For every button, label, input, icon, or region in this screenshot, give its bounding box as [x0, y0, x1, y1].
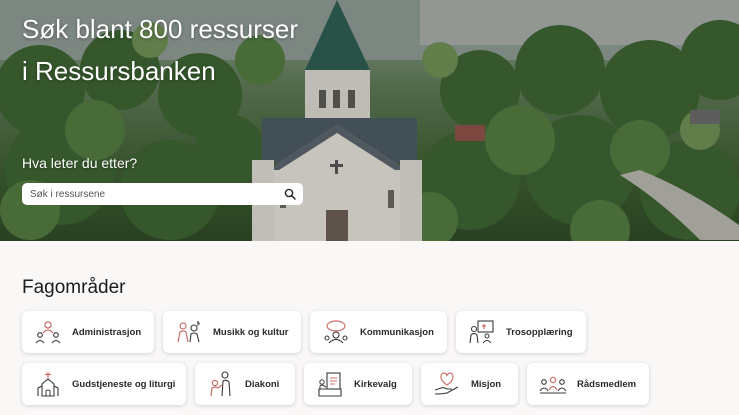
search-input[interactable] [22, 184, 279, 204]
search-bar [22, 183, 303, 205]
category-card-administrasjon[interactable]: Administrasjon [22, 311, 154, 353]
search-label: Hva leter du etter? [22, 155, 138, 171]
section-title-fagomrader: Fagområder [22, 277, 126, 298]
music-culture-icon [173, 318, 205, 346]
category-label: Diakoni [245, 378, 280, 390]
hero-title-line1: Søk blant 800 ressurser [22, 14, 299, 44]
category-label: Kommunikasjon [360, 326, 434, 338]
category-card-trosopplaering[interactable]: Trosopplæring [456, 311, 586, 353]
category-card-kirkevalg[interactable]: Kirkevalg [304, 363, 412, 405]
hero-title-line2: i Ressursbanken [22, 56, 216, 86]
category-label: Gudstjeneste og liturgi [72, 378, 176, 390]
administration-icon [32, 318, 64, 346]
hero-banner: Søk blant 800 ressurser i Ressursbanken … [0, 0, 739, 241]
category-label: Kirkevalg [354, 378, 397, 390]
search-button[interactable] [279, 183, 301, 205]
category-label: Misjon [471, 378, 502, 390]
faith-education-icon [466, 318, 498, 346]
communication-icon [320, 318, 352, 346]
category-card-diakoni[interactable]: Diakoni [195, 363, 295, 405]
council-members-icon [537, 370, 569, 398]
heart-hand-icon [431, 370, 463, 398]
ballot-icon [314, 370, 346, 398]
category-label: Rådsmedlem [577, 378, 637, 390]
category-card-gudstjeneste-og-liturgi[interactable]: Gudstjeneste og liturgi [22, 363, 186, 405]
category-card-musikk-og-kultur[interactable]: Musikk og kultur [163, 311, 301, 353]
diakonia-icon [205, 370, 237, 398]
church-icon [32, 370, 64, 398]
category-card-radsmedlem[interactable]: Rådsmedlem [527, 363, 649, 405]
category-label: Trosopplæring [506, 326, 573, 338]
category-label: Administrasjon [72, 326, 142, 338]
category-card-misjon[interactable]: Misjon [421, 363, 518, 405]
search-icon [284, 188, 296, 200]
hero-title: Søk blant 800 ressurser i Ressursbanken [22, 8, 298, 92]
category-card-kommunikasjon[interactable]: Kommunikasjon [310, 311, 447, 353]
category-label: Musikk og kultur [213, 326, 289, 338]
